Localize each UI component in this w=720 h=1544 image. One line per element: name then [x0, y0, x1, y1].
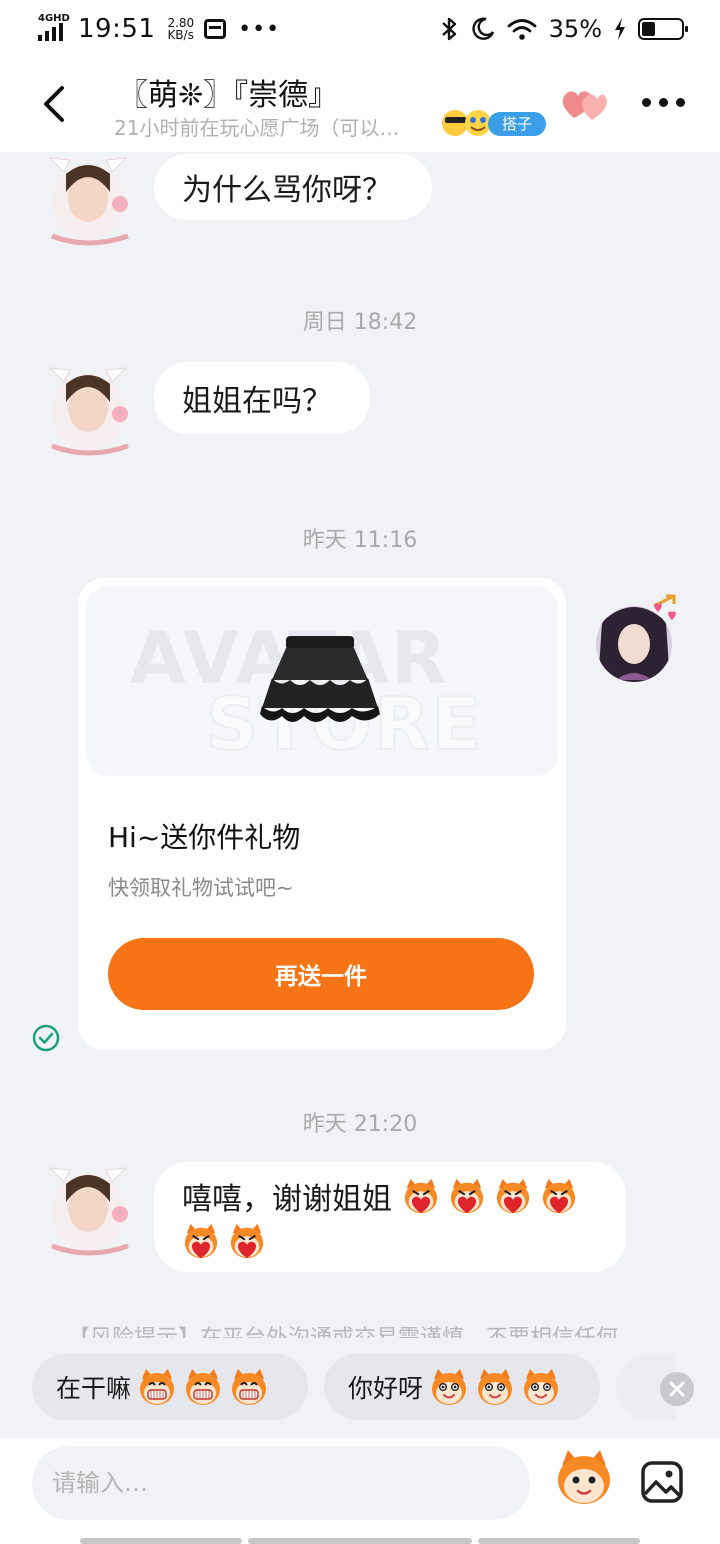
quick-reply-chip[interactable]: 你好呀	[324, 1354, 600, 1420]
signal-icon: 4GHD	[38, 13, 70, 43]
timestamp: 昨天 11:16	[302, 528, 418, 553]
check-circle-icon	[32, 1024, 60, 1052]
message-bubble[interactable]: 姐姐在吗？	[154, 362, 370, 434]
bluetooth-icon	[441, 17, 456, 41]
grin-mascot-emoji-icon	[232, 1369, 267, 1405]
image-icon[interactable]	[640, 1460, 684, 1504]
smile-mascot-emoji-icon	[524, 1369, 559, 1405]
heart-mascot-emoji-icon	[184, 1223, 218, 1259]
charging-icon	[615, 18, 625, 40]
grin-mascot-emoji-icon	[137, 1367, 269, 1407]
emoji-badge-icon	[442, 110, 491, 136]
network-speed: 2.80 KB/s	[167, 16, 195, 42]
timestamp: 昨天 21:20	[302, 1112, 418, 1137]
grin-mascot-emoji-icon	[140, 1369, 175, 1405]
chat-area[interactable]: 为什么骂你呀？ 周日 18:42 姐姐在吗？ 昨天 11:16 AVATAR S…	[0, 152, 720, 1338]
chat-header: 〖萌❊〗『崇德』 21小时前在玩心愿广场（可以… 搭子	[0, 58, 720, 152]
battery-percent: 35%	[548, 15, 602, 43]
send-again-button[interactable]: 再送一件	[108, 938, 534, 1010]
back-chevron-icon[interactable]	[36, 82, 76, 126]
more-notifications-icon: •••	[238, 16, 281, 42]
clock: 19:51	[78, 14, 156, 44]
notification-icon	[204, 19, 227, 39]
heart-mascot-emoji-icon	[230, 1223, 264, 1259]
moon-icon	[472, 17, 494, 40]
quick-reply-label: 在干嘛	[56, 1374, 132, 1403]
heart-mascot-emoji-icon	[402, 1177, 578, 1215]
message-text: 为什么骂你呀？	[182, 173, 392, 208]
contact-avatar[interactable]	[40, 152, 136, 248]
hearts-icon[interactable]	[560, 88, 608, 122]
quick-replies-bar: 在干嘛 你好呀	[0, 1338, 720, 1438]
grin-mascot-emoji-icon	[186, 1369, 221, 1405]
message-bubble[interactable]: 嘻嘻，谢谢姐姐	[154, 1162, 626, 1272]
gift-image: AVATAR STORE	[86, 586, 558, 776]
contact-avatar[interactable]	[40, 362, 136, 458]
message-input[interactable]	[32, 1446, 530, 1520]
gift-title: Hi~送你件礼物	[108, 821, 301, 854]
relationship-tag: 搭子	[488, 112, 547, 136]
gift-card[interactable]: AVATAR STORE Hi~送你件礼物 快领取礼物试试吧~ 再送一件	[78, 578, 566, 1050]
heart-mascot-emoji-icon	[182, 1222, 266, 1260]
quick-reply-label: 你好呀	[348, 1374, 424, 1403]
close-icon[interactable]	[660, 1372, 694, 1406]
status-bar: 4GHD 19:51 2.80 KB/s ••• 35%	[0, 0, 720, 58]
contact-avatar[interactable]	[40, 1162, 136, 1258]
input-bar	[0, 1438, 720, 1544]
my-avatar[interactable]	[594, 592, 686, 684]
risk-warning: 【风险提示】在平台外沟通或交易需谨慎，不要相信任何	[68, 1320, 618, 1338]
message-bubble[interactable]: 为什么骂你呀？	[154, 154, 432, 220]
home-indicator	[248, 1538, 472, 1544]
more-icon[interactable]	[642, 98, 685, 107]
message-text: 姐姐在吗？	[182, 384, 332, 419]
home-indicator	[478, 1538, 640, 1544]
heart-mascot-emoji-icon	[496, 1178, 530, 1214]
contact-status: 21小时前在玩心愿广场（可以…	[114, 116, 400, 140]
skirt-icon	[260, 636, 380, 722]
smile-mascot-emoji-icon	[429, 1367, 561, 1407]
timestamp: 周日 18:42	[302, 310, 418, 335]
smile-mascot-emoji-icon	[478, 1369, 513, 1405]
smile-mascot-emoji-icon	[432, 1369, 467, 1405]
heart-mascot-emoji-icon	[404, 1178, 438, 1214]
battery-icon	[638, 18, 688, 40]
home-indicator	[80, 1538, 242, 1544]
quick-reply-chip[interactable]: 在干嘛	[32, 1354, 308, 1420]
mascot-emoji-icon[interactable]	[554, 1448, 614, 1508]
contact-name[interactable]: 〖萌❊〗『崇德』	[118, 70, 338, 114]
wifi-icon	[507, 19, 537, 40]
message-text: 嘻嘻，谢谢姐姐	[182, 1182, 392, 1217]
heart-mascot-emoji-icon	[542, 1178, 576, 1214]
heart-mascot-emoji-icon	[450, 1178, 484, 1214]
gift-subtitle: 快领取礼物试试吧~	[108, 876, 294, 900]
